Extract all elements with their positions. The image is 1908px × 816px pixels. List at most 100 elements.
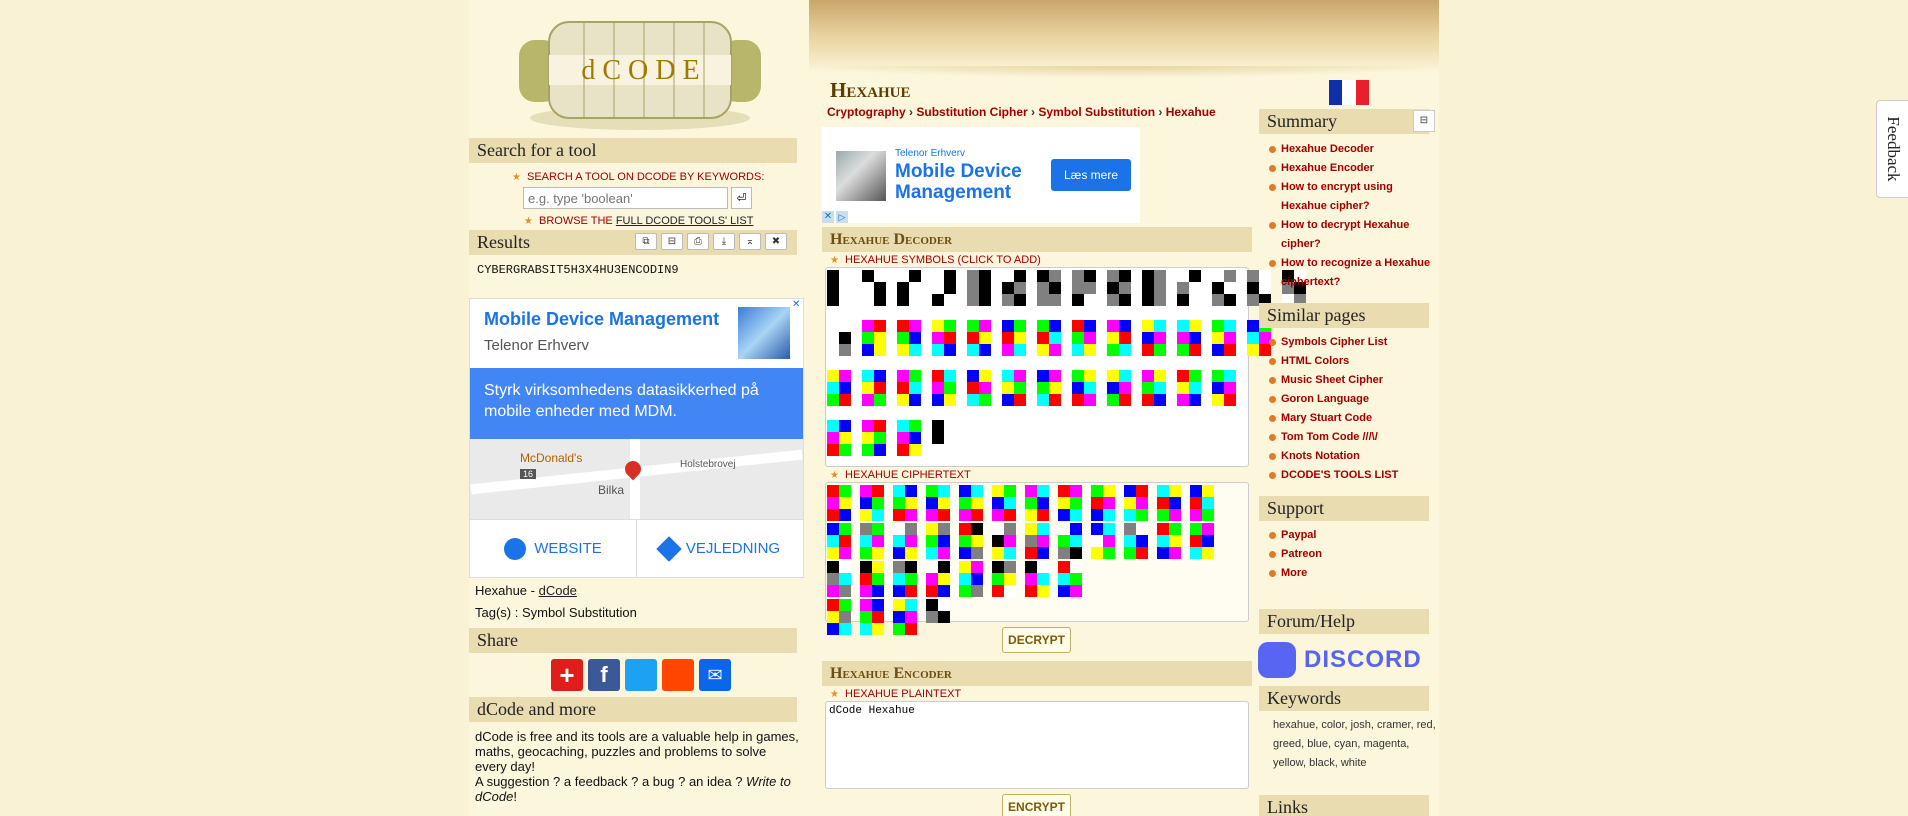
hexahue-symbol[interactable] [1037,270,1061,306]
breadcrumb-item[interactable]: Cryptography [827,105,906,119]
ciphertext-symbol[interactable] [992,561,1016,597]
ciphertext-symbol[interactable] [860,523,884,559]
discord-logo[interactable]: DISCORD [1258,640,1421,680]
ciphertext-symbol[interactable] [926,599,950,623]
ciphertext-symbol[interactable] [1190,485,1214,521]
search-input[interactable] [523,187,728,209]
hexahue-symbol[interactable] [932,420,944,444]
hexahue-symbol[interactable] [967,370,991,406]
hexahue-symbol[interactable] [1072,370,1096,406]
hexahue-symbol[interactable] [1247,270,1271,306]
hexahue-symbol[interactable] [932,320,956,356]
similar-item[interactable]: HTML Colors [1269,352,1437,371]
plaintext-input[interactable]: dCode Hexahue [825,701,1249,789]
hexahue-symbol[interactable] [1212,320,1236,356]
ciphertext-symbol[interactable] [959,485,983,521]
summary-item[interactable]: How to decrypt Hexahue cipher? [1269,216,1437,254]
ciphertext-symbol[interactable] [860,599,884,635]
ciphertext-symbol[interactable] [1124,485,1148,521]
hexahue-symbol[interactable] [897,320,921,356]
ciphertext-symbol[interactable] [1157,485,1181,521]
hexahue-symbol[interactable] [827,270,851,306]
reddit-icon[interactable] [662,659,694,691]
support-item[interactable]: More [1269,564,1437,583]
ciphertext-symbol[interactable] [1025,485,1049,521]
hexahue-symbol[interactable] [1072,270,1096,306]
results-tool-button[interactable]: ⎙ [687,233,709,250]
ciphertext-symbol[interactable] [860,485,884,521]
similar-item[interactable]: Music Sheet Cipher [1269,371,1437,390]
hexahue-symbol[interactable] [932,370,956,406]
dcode-logo[interactable]: dCODE [509,10,771,132]
hexahue-symbol[interactable] [1177,370,1201,406]
email-icon[interactable]: ✉ [699,659,731,691]
hexahue-symbol[interactable] [897,370,921,406]
hexahue-symbol[interactable] [1142,320,1166,356]
hexahue-symbol[interactable] [1037,370,1061,406]
similar-item[interactable]: Mary Stuart Code [1269,409,1437,428]
results-text[interactable]: CYBERGRABSIT5H3X4HU3ENCODIN9 [477,263,679,277]
ciphertext-symbol[interactable] [1091,485,1115,521]
hexahue-symbol[interactable] [862,320,886,356]
results-tool-button[interactable]: ✖ [765,233,787,250]
ad-top-button[interactable]: Læs mere [1051,159,1131,191]
hexahue-symbol[interactable] [1142,370,1166,406]
hexahue-symbol[interactable] [862,370,886,406]
ciphertext-symbol[interactable] [827,523,851,559]
similar-item[interactable]: Knots Notation [1269,447,1437,466]
similar-item[interactable]: Tom Tom Code ///\/ [1269,428,1437,447]
hexahue-symbol[interactable] [1037,320,1061,356]
hexahue-symbol[interactable] [827,420,851,456]
ad-choices-icon[interactable]: ▷ [836,211,848,223]
results-tool-button[interactable]: ⌅ [739,233,761,250]
similar-item[interactable]: Symbols Cipher List [1269,333,1437,352]
hexahue-symbol[interactable] [932,270,956,306]
search-enter-button[interactable]: ⏎ [731,187,752,209]
ad-left-map[interactable]: McDonald's Bilka Holstebrovej 16 [470,439,803,519]
ciphertext-symbol[interactable] [1058,561,1082,597]
results-tool-button[interactable]: ⤓ [713,233,735,250]
hexahue-symbol[interactable] [1107,270,1131,306]
decrypt-button[interactable]: DECRYPT [1002,627,1071,653]
hexahue-symbol[interactable] [1142,270,1166,306]
ad-left[interactable]: Mobile Device Management Telenor Erhverv… [469,298,804,578]
ciphertext-symbol[interactable] [992,485,1016,521]
breadcrumb-item[interactable]: Substitution Cipher [916,105,1027,119]
feedback-tab[interactable]: Feedback [1876,100,1908,198]
similar-item[interactable]: DCODE'S TOOLS LIST [1269,466,1437,485]
hexahue-symbol[interactable] [1002,370,1026,406]
dcode-link[interactable]: dCode [539,583,577,598]
hexahue-symbol[interactable] [1002,270,1026,306]
summary-item[interactable]: How to recognize a Hexahue ciphertext? [1269,254,1437,292]
breadcrumb-item[interactable]: Symbol Substitution [1038,105,1155,119]
support-item[interactable]: Patreon [1269,545,1437,564]
hexahue-symbol[interactable] [827,370,851,406]
france-flag-icon[interactable] [1329,80,1369,105]
hexahue-symbol[interactable] [897,420,921,456]
results-tool-button[interactable]: ⊟ [661,233,683,250]
ciphertext-symbol[interactable] [893,485,917,521]
ciphertext-symbol[interactable] [926,485,950,521]
ad-top-title[interactable]: Mobile Device Management [895,161,1035,203]
ciphertext-symbol[interactable] [1058,485,1082,521]
ciphertext-symbol[interactable] [827,485,851,521]
ciphertext-symbol[interactable] [1025,523,1049,559]
ad-top[interactable]: Telenor Erhverv Mobile Device Management… [822,127,1140,223]
ciphertext-symbol[interactable] [893,599,917,635]
similar-item[interactable]: Goron Language [1269,390,1437,409]
hexahue-symbol[interactable] [1107,320,1131,356]
summary-item[interactable]: Hexahue Decoder [1269,140,1437,159]
ciphertext-symbol[interactable] [1157,523,1181,559]
ciphertext-symbol[interactable] [827,561,851,597]
ciphertext-symbol[interactable] [893,523,917,559]
ciphertext-symbol[interactable] [893,561,917,597]
facebook-icon[interactable]: f [588,659,620,691]
share-plus-icon[interactable]: + [551,659,583,691]
hexahue-symbol[interactable] [1177,320,1201,356]
hexahue-symbol[interactable] [1212,270,1236,306]
ciphertext-symbol[interactable] [959,523,983,559]
summary-item[interactable]: How to encrypt using Hexahue cipher? [1269,178,1437,216]
ad-left-title[interactable]: Mobile Device Management [484,309,719,330]
summary-toggle-button[interactable]: ⊟ [1413,110,1435,132]
breadcrumb-item[interactable]: Hexahue [1166,105,1216,119]
